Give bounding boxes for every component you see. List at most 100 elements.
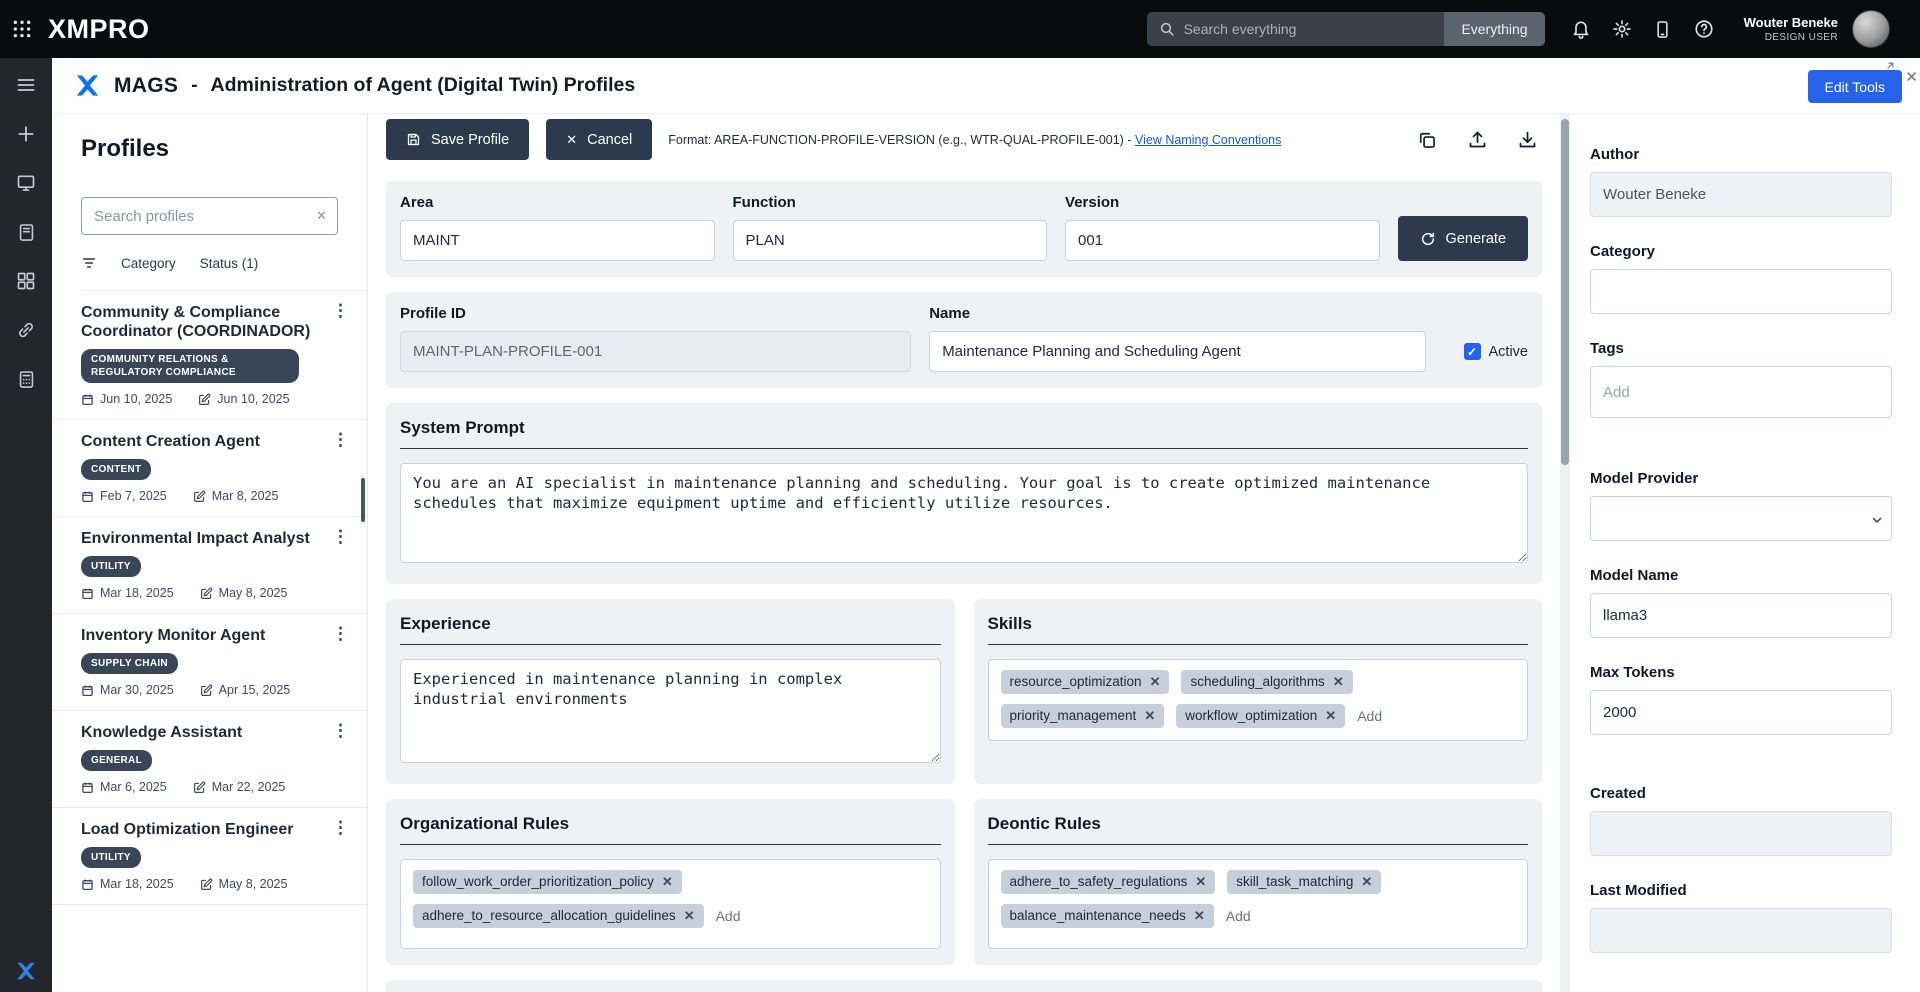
skill-tag[interactable]: priority_management ✕ — [1001, 704, 1165, 728]
upload-icon[interactable] — [1466, 129, 1488, 151]
organizational-rules-tagbox[interactable]: follow_work_order_prioritization_policy✕… — [400, 859, 941, 949]
brand-logo: XMPRO — [48, 14, 150, 45]
editor-toolbar: Save Profile ✕ Cancel Format: AREA-FUNCT… — [386, 119, 1542, 160]
experience-textarea[interactable]: Experienced in maintenance planning in c… — [400, 659, 941, 763]
model-provider-select[interactable] — [1590, 496, 1892, 541]
close-icon[interactable]: ✕ — [1905, 68, 1918, 86]
profiles-title: Profiles — [81, 134, 351, 163]
skills-tagbox[interactable]: resource_optimization✕ scheduling_algori… — [988, 659, 1529, 741]
skills-card: Skills resource_optimization✕ scheduling… — [974, 599, 1543, 784]
generate-button[interactable]: Generate — [1398, 216, 1528, 261]
model-provider-label: Model Provider — [1590, 470, 1892, 487]
kebab-menu-icon[interactable]: ⋮ — [328, 529, 353, 545]
link-icon[interactable] — [15, 319, 37, 341]
version-input[interactable] — [1065, 220, 1380, 261]
add-deontic-rule-input[interactable]: Add — [1226, 904, 1251, 928]
profile-list-item[interactable]: Load Optimization Engineer ⋮ UTILITY Mar… — [52, 808, 367, 905]
kebab-menu-icon[interactable]: ⋮ — [328, 303, 353, 319]
remove-tag-icon[interactable]: ✕ — [1325, 708, 1336, 724]
organizational-rules-card: Organizational Rules follow_work_order_p… — [386, 799, 955, 965]
profile-list-item[interactable]: Environmental Impact Analyst ⋮ UTILITY M… — [52, 517, 367, 614]
deontic-rule-tag[interactable]: adhere_to_safety_regulations✕ — [1001, 870, 1216, 894]
filter-icon — [81, 255, 97, 271]
profile-list-item[interactable]: Community & Compliance Coordinator (COOR… — [52, 291, 367, 420]
profile-list-item[interactable]: Inventory Monitor Agent ⋮ SUPPLY CHAIN M… — [52, 614, 367, 711]
remove-tag-icon[interactable]: ✕ — [1333, 674, 1344, 690]
expand-icon[interactable] — [1882, 61, 1896, 75]
deontic-rules-tagbox[interactable]: adhere_to_safety_regulations✕ skill_task… — [988, 859, 1529, 949]
remove-tag-icon[interactable]: ✕ — [1195, 874, 1206, 890]
kebab-menu-icon[interactable]: ⋮ — [328, 432, 353, 448]
checkbox-checked-icon[interactable]: ✓ — [1464, 343, 1481, 360]
modified-date: Mar 8, 2025 — [212, 489, 279, 503]
avatar[interactable] — [1852, 10, 1890, 48]
add-org-rule-input[interactable]: Add — [716, 904, 741, 928]
kebab-menu-icon[interactable]: ⋮ — [328, 723, 353, 739]
settings-gear-icon[interactable] — [1610, 17, 1634, 41]
remove-tag-icon[interactable]: ✕ — [1361, 874, 1372, 890]
deontic-rule-tag[interactable]: skill_task_matching✕ — [1227, 870, 1381, 894]
notifications-icon[interactable] — [1569, 17, 1593, 41]
skill-tag[interactable]: workflow_optimization✕ — [1176, 704, 1345, 728]
global-search[interactable]: Everything — [1147, 12, 1545, 46]
scrollbar-thumb[interactable] — [1561, 119, 1569, 465]
mobile-device-icon[interactable] — [1651, 17, 1675, 41]
cancel-button[interactable]: ✕ Cancel — [546, 119, 652, 160]
menu-icon[interactable] — [15, 74, 37, 96]
tags-input[interactable] — [1590, 366, 1892, 418]
skill-tag[interactable]: scheduling_algorithms✕ — [1181, 670, 1352, 694]
profiles-search-input[interactable] — [94, 208, 316, 225]
max-tokens-input[interactable] — [1590, 690, 1892, 735]
remove-tag-icon[interactable]: ✕ — [684, 908, 695, 924]
toolbar-actions — [1416, 129, 1542, 151]
system-prompt-textarea[interactable]: You are an AI specialist in maintenance … — [400, 463, 1528, 563]
user-info[interactable]: Wouter Beneke DESIGN USER — [1744, 15, 1838, 42]
remove-tag-icon[interactable]: ✕ — [1150, 674, 1161, 690]
profiles-search[interactable]: ✕ — [81, 197, 338, 235]
skill-tag[interactable]: resource_optimization✕ — [1001, 670, 1170, 694]
active-checkbox[interactable]: ✓ Active — [1464, 331, 1529, 372]
remove-tag-icon[interactable]: ✕ — [1144, 708, 1155, 724]
profile-list-item[interactable]: Knowledge Assistant ⋮ GENERAL Mar 6, 202… — [52, 711, 367, 808]
remove-tag-icon[interactable]: ✕ — [1194, 908, 1205, 924]
save-icon — [406, 132, 421, 147]
category-input[interactable] — [1590, 269, 1892, 314]
library-icon[interactable] — [15, 221, 37, 243]
area-input[interactable] — [400, 220, 715, 261]
model-name-input[interactable] — [1590, 593, 1892, 638]
add-skill-input[interactable]: Add — [1357, 704, 1382, 728]
org-rule-tag[interactable]: follow_work_order_prioritization_policy✕ — [413, 870, 682, 894]
filter-category[interactable]: Category — [121, 256, 176, 271]
name-input[interactable] — [929, 331, 1425, 372]
editor-scrollbar[interactable] — [1560, 114, 1570, 992]
dashboard-icon[interactable] — [15, 172, 37, 194]
add-icon[interactable] — [15, 123, 37, 145]
function-input[interactable] — [733, 220, 1048, 261]
global-search-input[interactable] — [1175, 21, 1445, 37]
calculator-icon[interactable] — [15, 368, 37, 390]
search-scope-button[interactable]: Everything — [1444, 12, 1544, 46]
blocks-icon[interactable] — [15, 270, 37, 292]
edit-pencil-icon — [193, 781, 206, 794]
clear-search-icon[interactable]: ✕ — [316, 208, 327, 224]
edit-pencil-icon — [200, 587, 213, 600]
filter-status[interactable]: Status (1) — [200, 256, 259, 271]
app-name: MAGS — [114, 74, 178, 98]
copy-icon[interactable] — [1416, 129, 1438, 151]
save-profile-button[interactable]: Save Profile — [386, 119, 529, 160]
kebab-menu-icon[interactable]: ⋮ — [328, 626, 353, 642]
kebab-menu-icon[interactable]: ⋮ — [328, 820, 353, 836]
category-badge: CONTENT — [81, 459, 151, 480]
app-launcher-icon[interactable] — [12, 19, 32, 39]
created-date: Mar 18, 2025 — [100, 586, 174, 600]
naming-conventions-link[interactable]: View Naming Conventions — [1135, 133, 1281, 147]
profile-list-item[interactable]: Content Creation Agent ⋮ CONTENT Feb 7, … — [52, 420, 367, 517]
deontic-rule-tag[interactable]: balance_maintenance_needs✕ — [1001, 904, 1214, 928]
category-badge: GENERAL — [81, 750, 152, 771]
remove-tag-icon[interactable]: ✕ — [662, 874, 673, 890]
skill-tag-label: priority_management — [1010, 708, 1137, 724]
profiles-scrollbar[interactable] — [361, 478, 365, 522]
download-icon[interactable] — [1516, 129, 1538, 151]
help-icon[interactable] — [1692, 17, 1716, 41]
org-rule-tag[interactable]: adhere_to_resource_allocation_guidelines… — [413, 904, 704, 928]
